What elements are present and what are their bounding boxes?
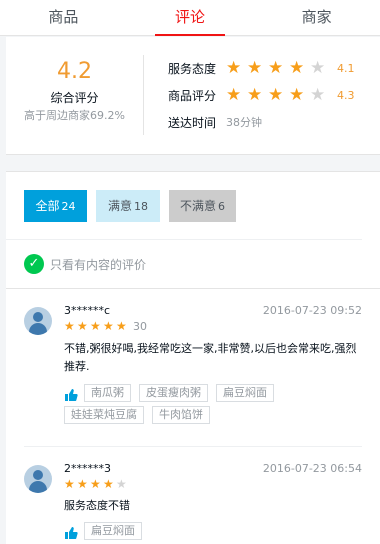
star-icon: ★: [116, 477, 127, 491]
rating-time: 2016-07-23 06:54: [262, 462, 362, 475]
service-value: 4.1: [337, 61, 355, 75]
tab-seller[interactable]: 商家: [253, 0, 380, 35]
rating-item: 3******c 2016-07-23 09:52 ★ ★ ★ ★ ★ 30 不错,粥很…: [24, 289, 362, 447]
filter-negative-button[interactable]: 不满意 6: [169, 190, 236, 222]
star-icon: ★: [90, 319, 101, 333]
rating-text: 不错,粥很好喝,我经常吃这一家,非常赞,以后也会常来吃,强烈推荐.: [64, 342, 357, 373]
recommend-list: 南瓜粥 皮蛋瘦肉粥 扁豆焖面 娃娃菜炖豆腐 牛肉馅饼: [64, 384, 362, 428]
score-detail: 服务态度 ★ ★ ★ ★ ★ 4.1 商品评分 ★ ★ ★ ★ ★ 4.3 送达时间 38分钟: [168, 59, 355, 140]
overall-score: 4.2: [57, 59, 92, 84]
star-icon: ★: [310, 85, 326, 105]
filter-all-button[interactable]: 全部 24: [24, 190, 87, 222]
overall-score-title: 综合评分: [50, 91, 99, 105]
star-icon: ★: [310, 58, 326, 78]
rating-text: 服务态度不错: [64, 499, 130, 512]
filter-positive-button[interactable]: 满意 18: [96, 190, 160, 222]
delivery-label: 送达时间: [168, 115, 217, 130]
star-icon: ★: [268, 85, 284, 105]
star-icon: ★: [289, 85, 305, 105]
star-icon: ★: [116, 319, 127, 333]
recommend-tag: 皮蛋瘦肉粥: [139, 384, 208, 402]
only-content-label: 只看有内容的评价: [50, 257, 147, 272]
filter-negative-count: 6: [218, 200, 225, 213]
tab-goods[interactable]: 商品: [0, 0, 127, 35]
delivery-value: 38分钟: [226, 116, 262, 129]
filter-all-label: 全部: [35, 199, 60, 213]
star-icon: ★: [289, 58, 305, 78]
star-icon: ★: [103, 477, 114, 491]
star-icon: ★: [247, 58, 263, 78]
star-icon: ★: [77, 319, 88, 333]
food-label: 商品评分: [168, 88, 217, 103]
filter-all-count: 24: [61, 200, 76, 213]
star-icon: ★: [90, 477, 101, 491]
filter-negative-label: 不满意: [179, 199, 216, 213]
service-stars: ★ ★ ★ ★ ★: [226, 59, 331, 77]
delivery-time: 30: [133, 319, 147, 333]
rating-filter: 全部 24 满意 18 不满意 6: [6, 172, 362, 240]
ratings-panel: 全部 24 满意 18 不满意 6 ✓ 只看有内容的评价 3******c 2016-…: [6, 171, 380, 544]
avatar: [24, 465, 52, 493]
recommend-tag: 扁豆焖面: [84, 522, 142, 540]
rating-stars-row: ★ ★ ★ ★ ★ 30: [64, 319, 147, 333]
rating-item: 2******3 2016-07-23 06:54 ★ ★ ★ ★ ★ 服务态度不错 扁…: [24, 447, 362, 540]
avatar: [24, 307, 52, 335]
food-stars: ★ ★ ★ ★ ★: [226, 86, 331, 104]
service-label: 服务态度: [168, 61, 217, 76]
star-icon: ★: [226, 58, 242, 78]
food-score-row: 商品评分 ★ ★ ★ ★ ★ 4.3: [168, 86, 355, 104]
thumb-up-icon: [64, 526, 78, 540]
only-content-toggle[interactable]: ✓ 只看有内容的评价: [6, 240, 380, 289]
rating-stars: ★ ★ ★ ★ ★: [64, 477, 129, 491]
tab-bar: 商品 评论 商家: [0, 0, 380, 36]
service-score-row: 服务态度 ★ ★ ★ ★ ★ 4.1: [168, 59, 355, 77]
recommend-list: 扁豆焖面: [64, 522, 362, 544]
username: 3******c: [64, 304, 111, 317]
star-icon: ★: [64, 477, 75, 491]
recommend-tag: 南瓜粥: [84, 384, 131, 402]
overall-score-block: 4.2 综合评分 高于周边商家69.2%: [6, 37, 143, 123]
star-icon: ★: [268, 58, 284, 78]
star-icon: ★: [226, 85, 242, 105]
rating-stars: ★ ★ ★ ★ ★: [64, 319, 129, 333]
check-circle-icon[interactable]: ✓: [24, 254, 44, 274]
rating-time: 2016-07-23 09:52: [262, 304, 362, 317]
rating-stars-row: ★ ★ ★ ★ ★: [64, 477, 129, 491]
recommend-tag: 扁豆焖面: [216, 384, 274, 402]
rank-text: 高于周边商家69.2%: [24, 109, 125, 122]
thumb-up-icon: [64, 388, 78, 402]
filter-positive-count: 18: [134, 200, 148, 213]
delivery-row: 送达时间 38分钟: [168, 113, 355, 131]
divider: [143, 55, 144, 135]
filter-positive-label: 满意: [107, 199, 132, 213]
star-icon: ★: [247, 85, 263, 105]
star-icon: ★: [64, 319, 75, 333]
food-value: 4.3: [337, 88, 355, 102]
recommend-tag: 娃娃菜炖豆腐: [64, 406, 144, 424]
tab-ratings[interactable]: 评论: [127, 0, 254, 36]
rating-overview: 4.2 综合评分 高于周边商家69.2% 服务态度 ★ ★ ★ ★ ★ 4.1 商品评分…: [6, 37, 380, 155]
username: 2******3: [64, 462, 111, 475]
star-icon: ★: [103, 319, 114, 333]
star-icon: ★: [77, 477, 88, 491]
recommend-tag: 牛肉馅饼: [152, 406, 210, 424]
